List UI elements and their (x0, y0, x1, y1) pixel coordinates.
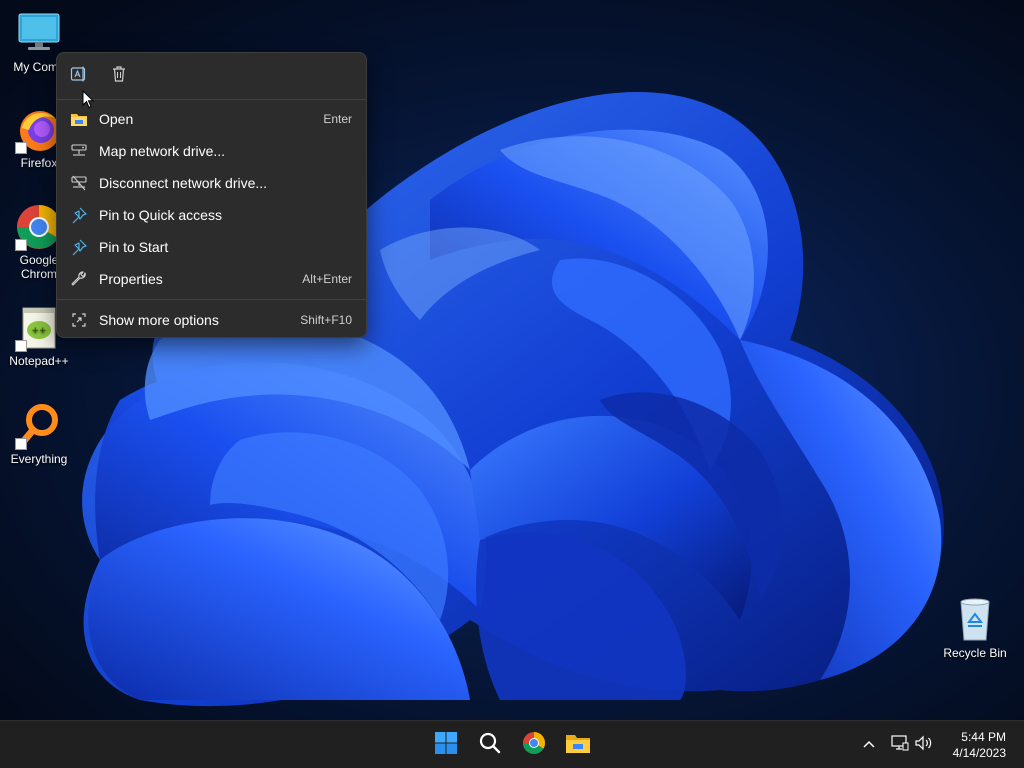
show-hidden-icons-button[interactable] (859, 735, 879, 755)
search-button[interactable] (474, 729, 506, 761)
menu-item-label: Pin to Start (99, 239, 169, 255)
taskbar-clock[interactable]: 5:44 PM 4/14/2023 (953, 729, 1006, 761)
svg-text:++: ++ (31, 326, 46, 336)
disconnect-network-drive-icon (69, 173, 89, 193)
network-icon (891, 734, 909, 756)
menu-item-pin-to-start[interactable]: Pin to Start (61, 231, 362, 263)
shortcut-arrow-icon (15, 239, 27, 251)
menu-item-label: Show more options (99, 312, 219, 328)
menu-item-properties[interactable]: Properties Alt+Enter (61, 263, 362, 295)
desktop-icon-label: Recycle Bin (943, 646, 1007, 660)
menu-item-accelerator: Alt+Enter (302, 272, 352, 286)
folder-icon (565, 732, 591, 759)
menu-item-label: Properties (99, 271, 163, 287)
speaker-icon (914, 735, 934, 756)
desktop: My Comp Firefox Google Chrom ++ Notepad+… (0, 0, 1024, 720)
menu-item-map-network-drive[interactable]: Map network drive... (61, 135, 362, 167)
start-button[interactable] (430, 729, 462, 761)
windows-start-icon (434, 731, 458, 760)
clock-time: 5:44 PM (961, 730, 1006, 744)
shortcut-arrow-icon (15, 142, 27, 154)
show-more-icon (69, 310, 89, 330)
menu-item-pin-to-quick-access[interactable]: Pin to Quick access (61, 199, 362, 231)
desktop-icon-recycle-bin[interactable]: Recycle Bin (936, 596, 1014, 660)
recycle-bin-icon (951, 596, 999, 644)
taskbar-chrome-button[interactable] (518, 729, 550, 761)
desktop-icon-label: Notepad++ (9, 354, 69, 368)
clock-date: 4/14/2023 (952, 746, 1006, 760)
menu-item-accelerator: Shift+F10 (300, 313, 352, 327)
menu-item-label: Disconnect network drive... (99, 175, 268, 191)
monitor-icon (15, 10, 63, 58)
trash-icon (110, 65, 128, 88)
desktop-icon-label: Everything (10, 452, 68, 466)
shortcut-arrow-icon (15, 438, 27, 450)
map-network-drive-icon (69, 141, 89, 161)
menu-item-label: Map network drive... (99, 143, 226, 159)
folder-open-icon (69, 109, 89, 129)
chrome-icon (522, 731, 546, 760)
mouse-cursor-icon (82, 90, 94, 109)
menu-item-disconnect-network-drive[interactable]: Disconnect network drive... (61, 167, 362, 199)
desktop-icon-everything[interactable]: Everything (0, 402, 78, 466)
menu-item-accelerator: Enter (323, 112, 352, 126)
menu-divider (57, 99, 366, 100)
context-menu-toolbar (57, 53, 366, 99)
rename-icon (70, 65, 88, 88)
everything-search-icon (15, 402, 63, 450)
pin-icon (69, 237, 89, 257)
menu-item-open[interactable]: Open Enter (61, 103, 362, 135)
pin-icon (69, 205, 89, 225)
context-menu: Open Enter Map network drive... Disconne… (56, 52, 367, 338)
wrench-icon (69, 269, 89, 289)
menu-divider (57, 299, 366, 300)
menu-item-label: Pin to Quick access (99, 207, 222, 223)
network-button[interactable] (890, 734, 910, 756)
menu-item-show-more-options[interactable]: Show more options Shift+F10 (61, 304, 362, 336)
chevron-up-icon (862, 736, 876, 754)
file-explorer-button[interactable] (562, 729, 594, 761)
shortcut-arrow-icon (15, 340, 27, 352)
taskbar: 5:44 PM 4/14/2023 (0, 720, 1024, 768)
rename-button[interactable] (65, 63, 93, 89)
search-icon (479, 732, 501, 759)
volume-button[interactable] (914, 735, 934, 755)
menu-item-label: Open (99, 111, 134, 127)
delete-button[interactable] (105, 63, 133, 89)
